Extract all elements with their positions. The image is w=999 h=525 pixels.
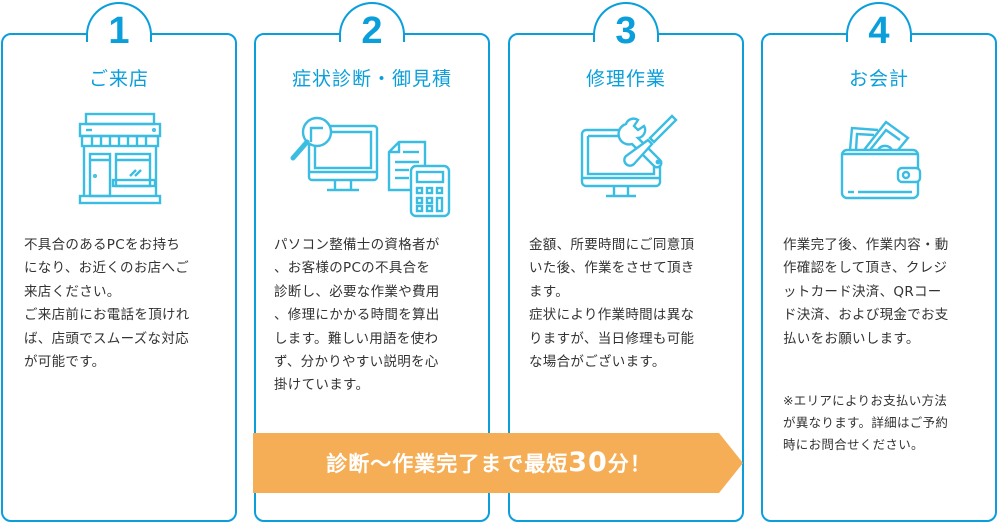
banner-prefix: 診断〜作業完了まで最短 [326, 452, 569, 476]
banner-text: 診断〜作業完了まで最短30分！ [253, 433, 725, 493]
step-description-3: 金額、所要時間にご同意頂 いた後、作業をさせて頂き ます。 症状により作業時間は… [529, 237, 695, 371]
time-banner: 診断〜作業完了まで最短30分！ [253, 433, 743, 493]
step-number-1: 1 [108, 10, 130, 52]
storefront-icon [78, 112, 162, 208]
step-title-3: 修理作業 [585, 68, 666, 90]
payment-note: ※エリアによりお支払い方法 が異なります。詳細はご予約 時にお問合せください。 [783, 393, 949, 452]
monitor-tools-icon [578, 112, 678, 208]
wallet-icon [838, 112, 922, 208]
banner-suffix: 分！ [607, 452, 652, 476]
step-description-1: 不具合のあるPCをお持ち になり、お近くのお店へご 来店ください。 ご来店前にお… [24, 237, 190, 371]
step-number-3: 3 [615, 10, 637, 52]
step-title-2: 症状診断・御見積 [291, 68, 452, 90]
step-title-4: お会計 [848, 68, 909, 90]
banner-highlight: 30 [568, 447, 608, 478]
step-title-1: ご来店 [88, 68, 149, 90]
step-number-4: 4 [868, 10, 890, 52]
diagnosis-estimate-icon [285, 112, 465, 218]
step-description-4: 作業完了後、作業内容・動 作確認をして頂き、クレジ ットカード決済、QRコー ド… [783, 237, 949, 347]
step-description-2: パソコン整備士の資格者が 、お客様のPCの不具合を 診断し、必要な作業や費用 、… [274, 237, 440, 394]
step-number-2: 2 [361, 10, 383, 52]
